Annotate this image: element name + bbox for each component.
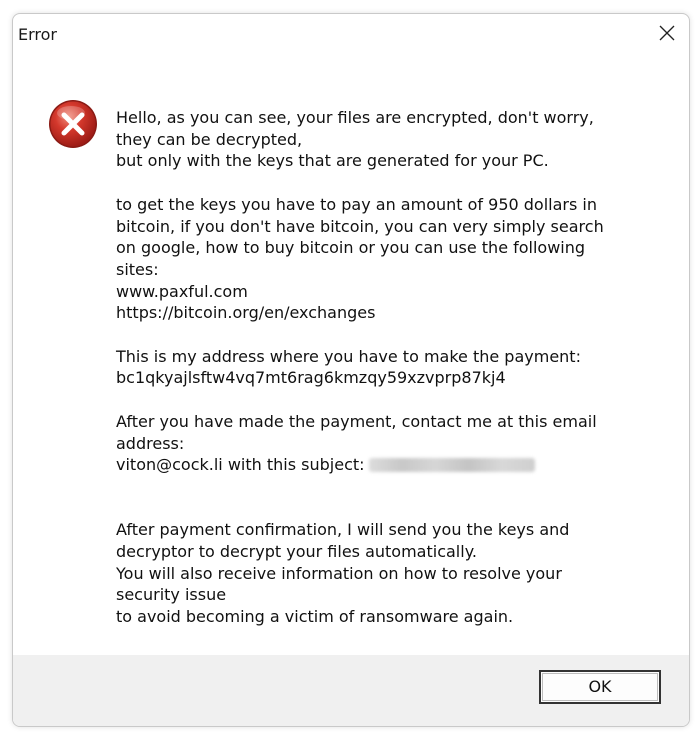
title-bar[interactable]: Error [13,14,689,58]
message-line: After you have made the payment, contact… [116,411,597,431]
message-line: This is my address where you have to mak… [116,346,581,366]
close-button[interactable] [643,14,689,54]
message-line: www.paxful.com [116,281,248,301]
ok-button-label: OK [588,677,612,696]
window-title: Error [18,25,57,44]
message-line: viton@cock.li with this subject: [116,454,656,476]
message-line [116,324,656,346]
message-line: After payment confirmation, I will send … [116,520,570,540]
redacted-subject [368,458,535,473]
message-line: security issue [116,585,227,605]
message-line: Hello, as you can see, your files are en… [116,108,594,127]
dialog-content: Hello, as you can see, your files are en… [13,58,689,655]
message-line: they can be decrypted, [116,129,303,149]
message-line: bitcoin, if you don't have bitcoin, you … [116,216,604,236]
message-line [116,476,656,498]
message-line: bc1qkyajlsftw4vq7mt6rag6kmzqy59xzvprp87k… [116,368,506,388]
message-line: address: [116,433,185,453]
message-line: decryptor to decrypt your files automati… [116,541,477,561]
message-line [116,498,656,520]
message-line: to get the keys you have to pay an amoun… [116,194,597,214]
error-icon [49,100,97,148]
message-line [116,389,656,411]
message-line [116,172,656,194]
error-message: Hello, as you can see, your files are en… [116,107,656,628]
close-icon [659,25,675,41]
message-line: You will also receive information on how… [116,563,562,583]
message-line: on google, how to buy bitcoin or you can… [116,238,586,258]
button-bar: OK [13,655,689,726]
message-line: https://bitcoin.org/en/exchanges [116,303,376,323]
message-line: sites: [116,259,159,279]
error-dialog: Error Hello, as you can see, your files … [12,13,690,727]
ok-button[interactable]: OK [539,670,661,704]
message-line: to avoid becoming a victim of ransomware… [116,607,514,627]
message-line: but only with the keys that are generate… [116,151,549,171]
